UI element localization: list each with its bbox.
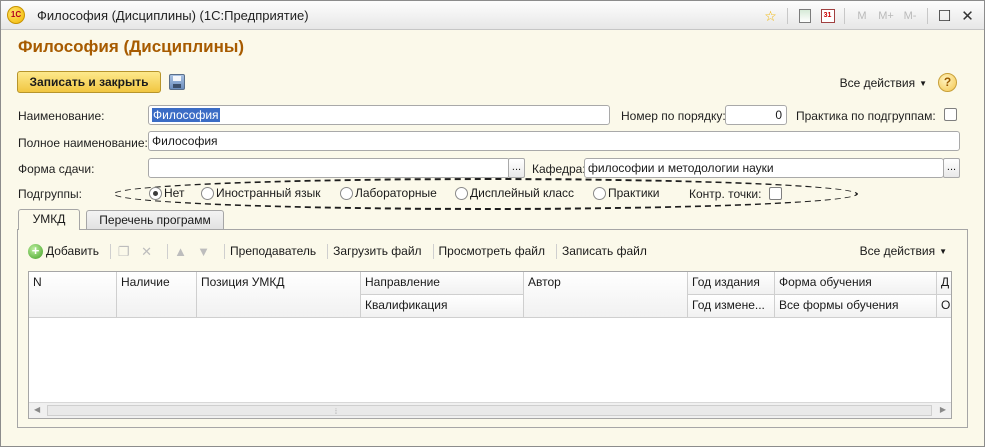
1c-logo-icon[interactable]: 1С <box>7 6 25 24</box>
caret-down-icon: ▼ <box>939 247 947 256</box>
order-field[interactable]: 0 <box>725 105 787 125</box>
help-icon[interactable]: ? <box>938 73 957 92</box>
department-choose-button[interactable]: ... <box>943 158 960 178</box>
column-header-year-changed[interactable]: Год измене... <box>688 295 775 318</box>
grid-toolbar: + Добавить ❐ ✕ ▲ ▼ Преподаватель Загрузит… <box>28 241 653 261</box>
exam-form-choose-button[interactable]: ... <box>508 158 525 178</box>
move-up-icon[interactable]: ▲ <box>173 244 188 259</box>
radio-label: Иностранный язык <box>216 186 321 200</box>
view-file-button[interactable]: Просмотреть файл <box>439 244 545 258</box>
radio-label: Дисплейный класс <box>470 186 575 200</box>
title-bar: 1С Философия (Дисциплины) (1С:Предприяти… <box>1 1 984 30</box>
divider <box>224 243 226 259</box>
calculator-icon[interactable] <box>794 7 815 26</box>
subgroups-label: Подгруппы: <box>18 187 82 201</box>
scroll-right-icon[interactable]: ▶ <box>940 405 946 414</box>
checkpoints-checkbox[interactable] <box>769 187 782 200</box>
title-bar-tools: ☆ 31 M M+ M- ☐ ✕ <box>760 6 978 26</box>
grip-icon: ⁞ <box>335 409 337 416</box>
radio-lab[interactable]: Лабораторные <box>340 186 437 200</box>
column-header-o[interactable]: О <box>937 295 951 318</box>
radio-label: Практики <box>608 186 660 200</box>
column-header-direction[interactable]: Направление <box>361 272 524 295</box>
save-icon[interactable] <box>169 74 185 90</box>
department-label: Кафедра: <box>532 162 586 176</box>
umkd-table[interactable]: N Наличие Позиция УМКД Направление Квали… <box>28 271 952 419</box>
memory-m-button[interactable]: M <box>851 7 873 26</box>
teacher-button[interactable]: Преподаватель <box>230 244 316 258</box>
radio-icon <box>593 186 606 200</box>
divider <box>167 243 169 259</box>
calendar-icon[interactable]: 31 <box>817 7 838 26</box>
memory-plus-button[interactable]: M+ <box>875 7 897 26</box>
radio-label: Нет <box>164 186 185 200</box>
app-window: 1С Философия (Дисциплины) (1С:Предприяти… <box>0 0 985 447</box>
column-header-qualification[interactable]: Квалификация <box>361 295 524 318</box>
radio-practice[interactable]: Практики <box>593 186 660 200</box>
fullname-label: Полное наименование: <box>18 136 148 150</box>
divider <box>555 243 557 259</box>
page-title: Философия (Дисциплины) <box>18 37 245 56</box>
divider <box>787 8 788 24</box>
tab-programs-list[interactable]: Перечень программ <box>86 210 224 230</box>
column-header-author[interactable]: Автор <box>524 272 688 318</box>
radio-display-class[interactable]: Дисплейный класс <box>455 186 574 200</box>
memory-minus-button[interactable]: M- <box>899 7 921 26</box>
exam-form-label: Форма сдачи: <box>18 162 95 176</box>
all-actions-menu[interactable]: Все действия ▼ <box>840 76 927 90</box>
add-label: Добавить <box>46 244 100 258</box>
divider <box>327 243 329 259</box>
name-value: Философия <box>152 108 220 122</box>
add-icon: + <box>28 243 43 259</box>
favorites-icon[interactable]: ☆ <box>760 7 781 26</box>
exam-form-field[interactable] <box>148 158 510 178</box>
upload-file-button[interactable]: Загрузить файл <box>333 244 421 258</box>
column-header-all-forms[interactable]: Все формы обучения <box>775 295 937 318</box>
delete-icon[interactable]: ✕ <box>139 244 154 259</box>
window-title: Философия (Дисциплины) (1С:Предприятие) <box>37 8 309 23</box>
practice-subgroups-checkbox[interactable] <box>944 108 957 121</box>
order-label: Номер по порядку: <box>621 109 726 123</box>
close-icon[interactable]: ✕ <box>957 7 978 26</box>
radio-icon <box>201 186 214 200</box>
add-button[interactable]: + Добавить <box>28 243 100 259</box>
divider <box>844 8 845 24</box>
divider <box>432 243 434 259</box>
move-down-icon[interactable]: ▼ <box>196 244 211 259</box>
scroll-left-icon[interactable]: ◀ <box>34 405 40 414</box>
radio-label: Лабораторные <box>355 186 437 200</box>
tab-umkd[interactable]: УМКД <box>18 209 80 230</box>
save-file-button[interactable]: Записать файл <box>562 244 647 258</box>
checkpoints-label: Контр. точки: <box>689 187 762 201</box>
name-field[interactable]: Философия <box>148 105 610 125</box>
radio-none[interactable]: Нет <box>149 186 184 200</box>
all-actions-label: Все действия <box>839 76 916 90</box>
column-header-n[interactable]: N <box>29 272 117 318</box>
department-field[interactable]: философии и методологии науки <box>584 158 944 178</box>
divider <box>927 8 928 24</box>
caret-down-icon: ▼ <box>919 79 927 88</box>
save-and-close-button[interactable]: Записать и закрыть <box>17 71 161 93</box>
column-header-study-form[interactable]: Форма обучения <box>775 272 937 295</box>
divider <box>110 243 112 259</box>
radio-selected-icon <box>149 186 162 200</box>
scrollbar-thumb[interactable]: ⁞ <box>47 405 932 416</box>
practice-subgroups-label: Практика по подгруппам: <box>796 109 936 123</box>
maximize-icon[interactable]: ☐ <box>934 7 955 26</box>
column-header-position[interactable]: Позиция УМКД <box>197 272 361 318</box>
column-header-d[interactable]: Д <box>937 272 951 295</box>
grid-all-actions-menu[interactable]: Все действия ▼ <box>860 244 947 258</box>
name-label: Наименование: <box>18 109 105 123</box>
column-header-availability[interactable]: Наличие <box>117 272 197 318</box>
radio-icon <box>455 186 468 200</box>
radio-icon <box>340 186 353 200</box>
copy-icon[interactable]: ❐ <box>116 244 131 259</box>
horizontal-scrollbar[interactable]: ◀ ⁞ ▶ <box>29 402 951 418</box>
radio-foreign-language[interactable]: Иностранный язык <box>201 186 321 200</box>
all-actions-label: Все действия <box>859 244 936 258</box>
fullname-field[interactable]: Философия <box>148 131 960 151</box>
column-header-year[interactable]: Год издания <box>688 272 775 295</box>
